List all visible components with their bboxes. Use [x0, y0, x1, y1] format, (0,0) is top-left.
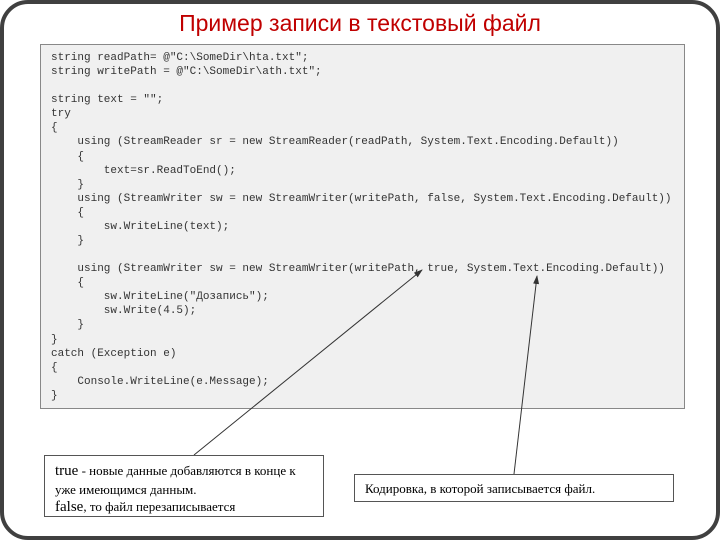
note-false-bold: false	[55, 499, 83, 515]
note-true-bold: true	[55, 463, 78, 479]
note-true-rest: - новые данные добавляются в конце к уже…	[55, 463, 296, 497]
note-true-false: true - новые данные добавляются в конце …	[44, 455, 324, 517]
slide-frame: Пример записи в текстовый файл string re…	[0, 0, 720, 540]
note-encoding: Кодировка, в которой записывается файл.	[354, 474, 674, 502]
note-false-rest: , то файл перезаписывается	[83, 499, 235, 514]
slide-title: Пример записи в текстовый файл	[4, 10, 716, 37]
code-block: string readPath= @"C:\SomeDir\hta.txt"; …	[40, 44, 685, 409]
